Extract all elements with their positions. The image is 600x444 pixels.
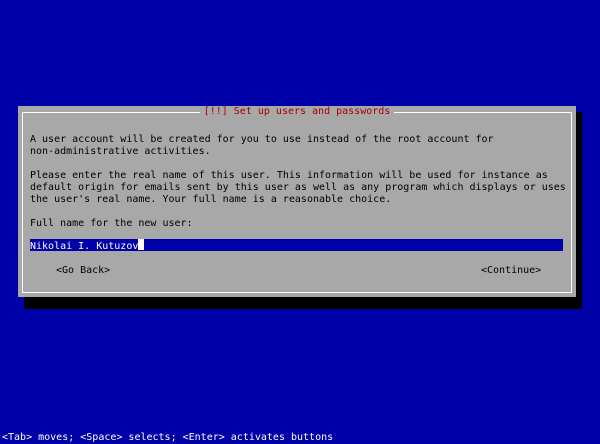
intro-text-line-1: A user account will be created for you t… <box>30 134 494 145</box>
dialog-title: [!!] Set up users and passwords <box>18 106 576 118</box>
dialog-title-text: [!!] Set up users and passwords <box>199 106 395 117</box>
go-back-button[interactable]: <Go Back> <box>56 265 110 277</box>
keyboard-hint: <Tab> moves; <Space> selects; <Enter> ac… <box>2 432 334 443</box>
full-name-input[interactable]: Nikolai I. Kutuzov ______________________… <box>30 239 563 251</box>
intro-text-line-2: non-administrative activities. <box>30 146 211 157</box>
description-text-line-2: default origin for emails sent by this u… <box>30 182 566 193</box>
full-name-value: Nikolai I. Kutuzov <box>30 241 139 251</box>
input-fill: ________________________________________… <box>144 241 563 251</box>
description-text-line-3: the user's real name. Your full name is … <box>30 194 392 205</box>
full-name-label: Full name for the new user: <box>30 218 193 229</box>
continue-button[interactable]: <Continue> <box>481 265 541 277</box>
description-text-line-1: Please enter the real name of this user.… <box>30 170 548 181</box>
